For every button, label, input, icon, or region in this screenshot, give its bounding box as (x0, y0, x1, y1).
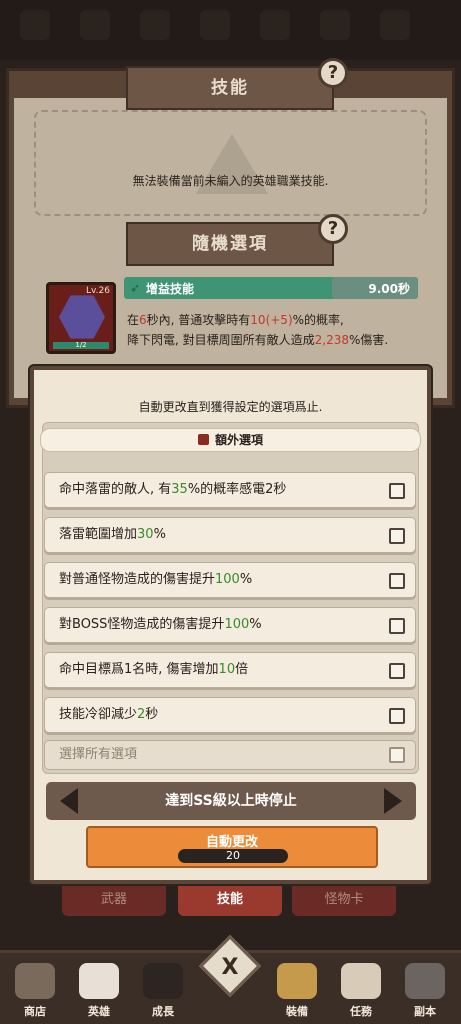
auto-change-label: 自動更改 (205, 835, 258, 850)
select-all-option[interactable]: 選擇所有選項 (44, 740, 416, 770)
nav-hero[interactable]: 英雄 (70, 961, 128, 1023)
shield-icon (277, 963, 317, 999)
hero-icon (79, 963, 119, 999)
dungeon-icon (405, 963, 445, 999)
lightning-skill-icon[interactable]: Lv.26 1/2 (46, 282, 116, 354)
skill-section-title: 技能 (126, 66, 334, 110)
stop-condition-label: 達到SS級以上時停止 (165, 793, 297, 809)
option-item[interactable]: 對BOSS怪物造成的傷害提升100% (44, 607, 416, 643)
option-checkbox[interactable] (389, 528, 405, 544)
option-item[interactable]: 落雷範圍增加30% (44, 517, 416, 553)
option-item[interactable]: 命中目標爲1名時, 傷害增加10倍 (44, 652, 416, 688)
skill-help-icon[interactable]: ? (318, 58, 348, 88)
option-checkbox[interactable] (389, 663, 405, 679)
skill-level: Lv.26 (86, 286, 110, 296)
buff-type-label: 增益技能 (146, 282, 195, 296)
option-item[interactable]: 對普通怪物造成的傷害提升100% (44, 562, 416, 598)
top-background (0, 0, 461, 60)
nav-shop[interactable]: 商店 (6, 961, 64, 1023)
random-help-icon[interactable]: ? (318, 214, 348, 244)
popup-message: 自動更改直到獲得設定的選項爲止. (138, 400, 323, 414)
extra-options-header: 額外選項 (40, 428, 421, 452)
option-checkbox[interactable] (389, 708, 405, 724)
tab-skill[interactable]: 技能 (178, 886, 282, 916)
random-option-title: 隨機選項 (126, 222, 334, 266)
option-item[interactable]: 技能冷卻減少2秒 (44, 697, 416, 733)
close-icon[interactable]: X (208, 948, 252, 988)
skill-empty-message: 無法裝備當前未編入的英雄職業技能. (132, 174, 329, 188)
dice-icon (197, 434, 209, 445)
leaf-icon: ➶ (130, 281, 141, 295)
scroll-icon (341, 963, 381, 999)
auto-change-button[interactable]: 自動更改 20 (86, 826, 378, 868)
auto-change-popup: 自動更改直到獲得設定的選項爲止. 額外選項 命中落雷的敵人, 有35%的概率感電… (30, 366, 431, 884)
nav-growth[interactable]: 成長 (134, 961, 192, 1023)
nav-quest[interactable]: 任務 (332, 961, 390, 1023)
nav-dungeon[interactable]: 副本 (396, 961, 454, 1023)
skill-description: 在6秒內, 普通攻擊時有10(+5)%的概率, 降下閃電, 對目標周圍所有敵人造… (127, 313, 389, 347)
auto-count: 20 (226, 849, 240, 862)
auto-count-bar: 20 (178, 849, 288, 863)
option-checkbox[interactable] (389, 618, 405, 634)
buff-skill-bar: ➶ 增益技能 9.00秒 (124, 277, 418, 299)
tab-weapon[interactable]: 武器 (62, 886, 166, 916)
cooldown-value: 9.00秒 (368, 282, 410, 296)
shop-icon (15, 963, 55, 999)
growth-icon (143, 963, 183, 999)
tab-monster-card[interactable]: 怪物卡 (292, 886, 396, 916)
option-item[interactable]: 命中落雷的敵人, 有35%的概率感電2秒 (44, 472, 416, 508)
skill-count: 1/2 (53, 342, 109, 349)
nav-equipment[interactable]: 裝備 (268, 961, 326, 1023)
option-checkbox[interactable] (389, 483, 405, 499)
cooldown-badge: 9.00秒 (332, 277, 418, 299)
next-arrow-icon[interactable] (384, 788, 402, 814)
stop-condition-selector: 達到SS級以上時停止 (46, 782, 416, 820)
option-checkbox[interactable] (389, 573, 405, 589)
lightning-icon (59, 295, 105, 339)
equipment-tabs: 武器 技能 怪物卡 (62, 886, 402, 916)
select-all-checkbox[interactable] (389, 747, 405, 763)
